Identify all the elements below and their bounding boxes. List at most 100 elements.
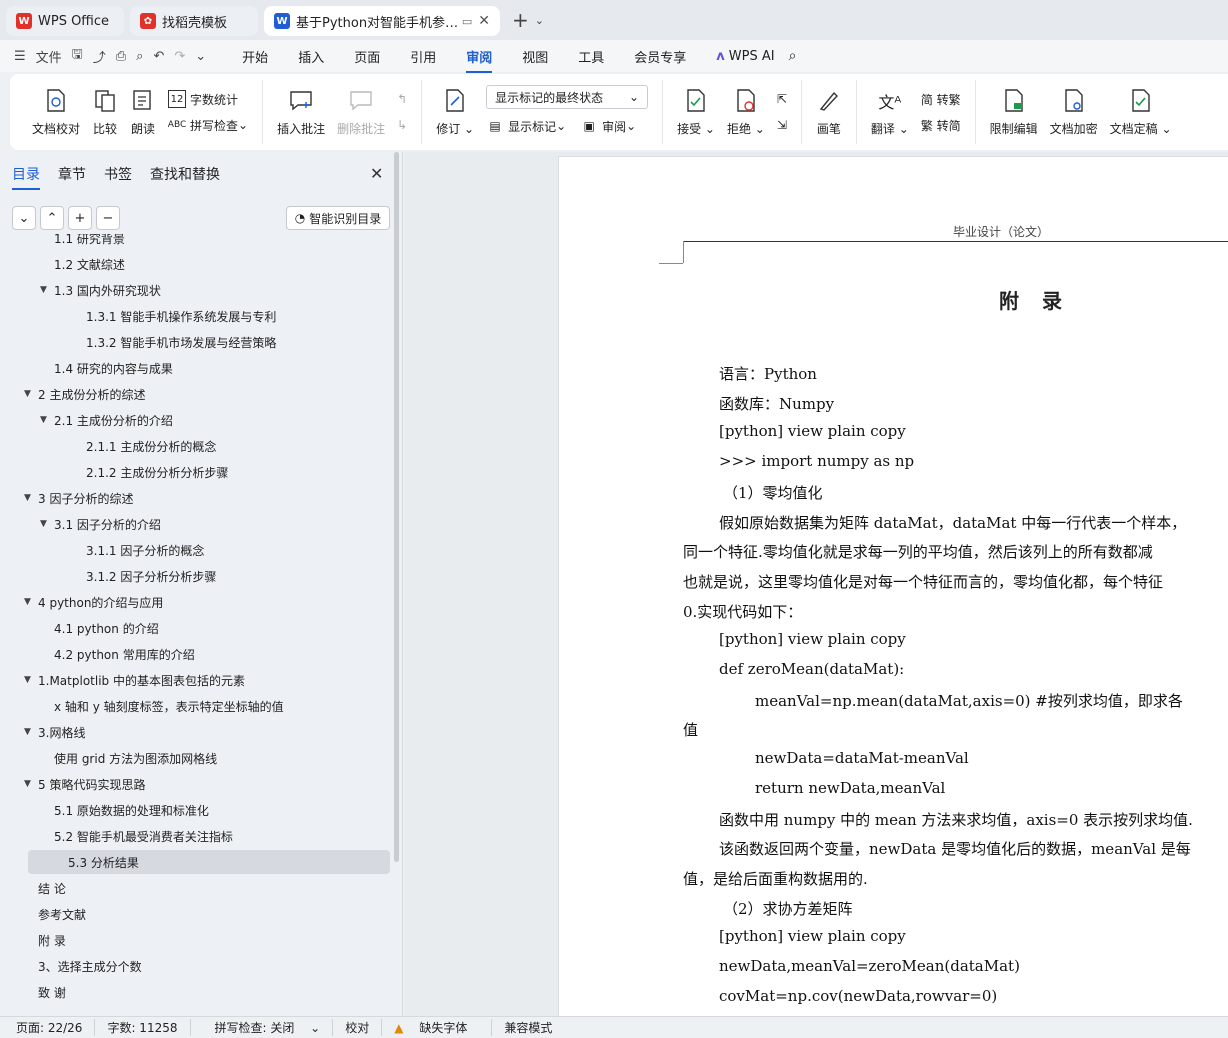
finalize-button[interactable]: 文档定稿 ⌄	[1110, 88, 1172, 137]
expand-arrow-icon[interactable]: ▼	[24, 597, 38, 607]
toc-item[interactable]: 5.3 分析结果	[28, 850, 390, 874]
word-count-button[interactable]: 12 字数统计	[168, 86, 248, 112]
search-icon[interactable]: ⌕	[789, 48, 797, 64]
pen-button[interactable]: 画笔	[816, 88, 842, 137]
print-icon[interactable]: ⎙	[116, 49, 126, 64]
expand-arrow-icon[interactable]: ▼	[40, 415, 54, 425]
markup-state-select[interactable]: 显示标记的最终状态 ⌄	[486, 85, 649, 109]
close-tab-icon[interactable]: ✕	[478, 13, 490, 29]
menu-start[interactable]: 开始	[242, 47, 268, 66]
toc-item[interactable]: 5.2 智能手机最受消费者关注指标	[40, 824, 233, 848]
file-menu[interactable]: 文件	[36, 47, 62, 66]
toc-item[interactable]: 2.1.1 主成份分析的概念	[72, 434, 216, 458]
proof-status[interactable]: 校对	[333, 1019, 383, 1036]
toc-item[interactable]: 使用 grid 方法为图添加网格线	[40, 746, 217, 770]
toc-item[interactable]: ▼ 3.网格线	[24, 720, 85, 744]
hamburger-icon[interactable]: ☰	[14, 49, 26, 64]
toc-item[interactable]: 4.1 python 的介绍	[40, 616, 159, 640]
proofread-button[interactable]: 文档校对	[32, 88, 80, 137]
add-tab-icon[interactable]: +	[512, 8, 529, 32]
remove-heading-icon[interactable]: −	[96, 206, 120, 230]
spell-check-button[interactable]: ABC 拼写检查 ⌄	[168, 112, 248, 138]
tab-template[interactable]: ✿ 找稻壳模板	[130, 6, 258, 36]
menu-tools[interactable]: 工具	[578, 47, 604, 66]
expand-arrow-icon[interactable]: ▼	[40, 285, 54, 295]
tab-wps-office[interactable]: W WPS Office	[6, 6, 124, 36]
add-heading-icon[interactable]: +	[68, 206, 92, 230]
encrypt-button[interactable]: 文档加密	[1050, 88, 1098, 137]
word-count-status[interactable]: 字数: 11258	[95, 1019, 191, 1036]
wps-ai-button[interactable]: ᴧ WPS AI ⌕	[716, 48, 796, 64]
prev-change-icon[interactable]: ⇱	[777, 86, 787, 112]
toc-item[interactable]: 参考文献	[24, 902, 86, 926]
insert-comment-button[interactable]: 插入批注	[277, 88, 325, 137]
prev-comment-icon[interactable]: ↰	[397, 86, 407, 112]
tab-document[interactable]: W 基于Python对智能手机参数对 ▭ ✕	[264, 6, 500, 36]
close-panel-icon[interactable]: ✕	[370, 164, 383, 183]
print-preview-icon[interactable]: ⌕	[136, 49, 143, 64]
expand-arrow-icon[interactable]: ▼	[40, 519, 54, 529]
expand-down-icon[interactable]: ⌄	[12, 206, 36, 230]
screen-icon[interactable]: ▭	[462, 15, 472, 28]
undo-icon[interactable]: ↶	[153, 49, 164, 64]
toc-item[interactable]: ▼ 1.3 国内外研究现状	[40, 278, 161, 302]
translate-button[interactable]: 文ᴬ 翻译 ⌄	[871, 88, 909, 137]
menu-review[interactable]: 审阅	[466, 47, 493, 73]
toc-item[interactable]: 1.2 文献综述	[40, 252, 125, 276]
expand-arrow-icon[interactable]: ▼	[24, 493, 38, 503]
chevron-down-icon[interactable]: ⌄	[535, 14, 544, 27]
toc-item[interactable]: ▼ 3 因子分析的综述	[24, 486, 133, 510]
compare-button[interactable]: 比较	[92, 88, 118, 137]
read-aloud-button[interactable]: 朗读	[130, 88, 156, 137]
share-icon[interactable]: ⤴	[93, 47, 106, 66]
toc-item[interactable]: 1.3.2 智能手机市场发展与经营策略	[72, 330, 276, 354]
toc-item[interactable]: 附 录	[24, 928, 66, 952]
more-chevron-icon[interactable]: ⌄	[195, 49, 206, 64]
to-simplified-button[interactable]: 繁 转简	[921, 112, 961, 138]
toc-item[interactable]: 5.1 原始数据的处理和标准化	[40, 798, 209, 822]
toc-item[interactable]: 1.1 研究背景	[40, 234, 125, 250]
review-pane-button[interactable]: ▣ 审阅 ⌄	[580, 113, 636, 139]
smart-toc-button[interactable]: ◔ 智能识别目录	[286, 206, 390, 230]
missing-font-status[interactable]: ▲ 缺失字体	[382, 1019, 493, 1036]
to-traditional-button[interactable]: 简 转繁	[921, 86, 961, 112]
toc-item[interactable]: ▼ 2 主成份分析的综述	[24, 382, 145, 406]
delete-comment-button[interactable]: 删除批注	[337, 88, 385, 137]
revise-button[interactable]: 修订 ⌄	[436, 88, 474, 137]
expand-arrow-icon[interactable]: ▼	[24, 389, 38, 399]
expand-arrow-icon[interactable]: ▼	[24, 727, 38, 737]
restrict-edit-button[interactable]: 限制编辑	[990, 88, 1038, 137]
page-indicator[interactable]: 页面: 22/26	[0, 1019, 96, 1036]
toc-item[interactable]: ▼ 5 策略代码实现思路	[24, 772, 145, 796]
menu-insert[interactable]: 插入	[298, 47, 324, 66]
expand-arrow-icon[interactable]: ▼	[24, 675, 38, 685]
accept-button[interactable]: 接受 ⌄	[677, 88, 715, 137]
menu-member[interactable]: 会员专享	[634, 47, 686, 66]
toc-item[interactable]: 结 论	[24, 876, 66, 900]
toc-item[interactable]: 2.1.2 主成份分析分析步骤	[72, 460, 228, 484]
collapse-up-icon[interactable]: ⌃	[40, 206, 64, 230]
toc-item[interactable]: ▼ 2.1 主成份分析的介绍	[40, 408, 173, 432]
reject-button[interactable]: 拒绝 ⌄	[727, 88, 765, 137]
toc-item[interactable]: ▼ 3.1 因子分析的介绍	[40, 512, 161, 536]
menu-view[interactable]: 视图	[522, 47, 548, 66]
toc-item[interactable]: 1.4 研究的内容与成果	[40, 356, 173, 380]
toc-item[interactable]: 3.1.2 因子分析分析步骤	[72, 564, 216, 588]
tab-toc[interactable]: 目录	[12, 164, 40, 190]
menu-reference[interactable]: 引用	[410, 47, 436, 66]
toc-item[interactable]: ▼ 1.Matplotlib 中的基本图表包括的元素	[24, 668, 245, 692]
toc-item[interactable]: ▼ 4 python的介绍与应用	[24, 590, 163, 614]
toc-item[interactable]: 致 谢	[24, 980, 66, 1004]
save-icon[interactable]: 🖫	[72, 45, 83, 67]
toc-item[interactable]: 3、选择主成分个数	[24, 954, 142, 978]
toc-item[interactable]: 1.3.1 智能手机操作系统发展与专利	[72, 304, 276, 328]
toc-item[interactable]: 3.1.1 因子分析的概念	[72, 538, 204, 562]
toc-item[interactable]: 4.2 python 常用库的介绍	[40, 642, 195, 666]
redo-icon[interactable]: ↷	[174, 49, 185, 64]
tab-chapters[interactable]: 章节	[58, 164, 86, 184]
toc-item[interactable]: x 轴和 y 轴刻度标签，表示特定坐标轴的值	[40, 694, 284, 718]
next-change-icon[interactable]: ⇲	[777, 112, 787, 138]
expand-arrow-icon[interactable]: ▼	[24, 779, 38, 789]
show-markup-button[interactable]: ▤ 显示标记 ⌄	[486, 113, 566, 139]
next-comment-icon[interactable]: ↳	[397, 112, 407, 138]
